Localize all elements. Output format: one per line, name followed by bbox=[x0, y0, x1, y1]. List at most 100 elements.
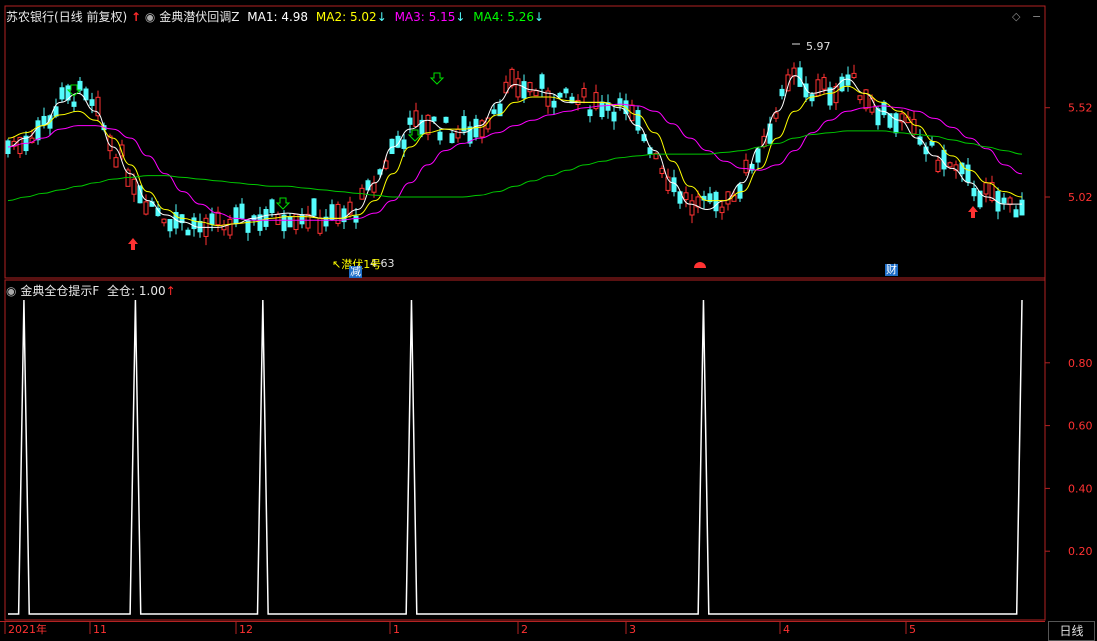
candle-body bbox=[1019, 199, 1025, 216]
candle-body bbox=[875, 108, 881, 126]
candle-body bbox=[713, 191, 719, 212]
candle-body bbox=[41, 115, 47, 126]
stock-name: 苏农银行 bbox=[6, 10, 55, 24]
sub-panel-frame bbox=[4, 279, 1046, 621]
top-right-controls: ◇ − bbox=[1012, 10, 1041, 23]
sub-y-tick-label: 0.60 bbox=[1068, 420, 1093, 433]
candle-body bbox=[911, 118, 917, 135]
candle-body bbox=[881, 101, 887, 116]
candle-body bbox=[563, 88, 569, 94]
candle-body bbox=[161, 218, 167, 224]
candle-body bbox=[863, 89, 869, 110]
sell-arrow-icon bbox=[275, 197, 291, 210]
candle-body bbox=[455, 128, 461, 139]
candle-body bbox=[833, 86, 839, 104]
candle-body bbox=[263, 209, 269, 227]
stock-chart[interactable]: 5.525.020.800.600.400.202021年 11 12 1 2 3 4 5 bbox=[0, 0, 1097, 640]
candle-body bbox=[227, 218, 233, 236]
candle-body bbox=[89, 99, 95, 106]
candle-body bbox=[611, 111, 617, 122]
candle-body bbox=[35, 120, 41, 141]
candle-body bbox=[935, 159, 941, 173]
minus-icon[interactable]: − bbox=[1032, 10, 1041, 23]
sub-y-tick-label: 0.20 bbox=[1068, 545, 1093, 558]
candle-body bbox=[215, 211, 221, 226]
candle-body bbox=[635, 110, 641, 131]
candle-body bbox=[941, 149, 947, 170]
sub-y-tick-label: 0.80 bbox=[1068, 357, 1093, 370]
candle-body bbox=[539, 74, 545, 89]
candle-body bbox=[719, 206, 725, 214]
candle-body bbox=[353, 215, 359, 223]
candle-body bbox=[425, 114, 431, 135]
candle-body bbox=[167, 219, 173, 232]
ma4-value: MA4: 5.26 bbox=[473, 10, 535, 24]
candle-body bbox=[443, 116, 449, 123]
candle-body bbox=[533, 90, 539, 97]
buy-arrow-icon bbox=[128, 238, 138, 250]
candle-body bbox=[1007, 197, 1013, 206]
candle-body bbox=[407, 117, 413, 125]
candle-body bbox=[983, 182, 989, 195]
sub-indicator-value: 全仓: 1.00 bbox=[107, 284, 166, 298]
sell-arrow-icon bbox=[429, 72, 445, 85]
candle-body bbox=[509, 68, 515, 87]
candle-body bbox=[71, 101, 77, 107]
indicator-name[interactable]: 金典潜伏回调Z bbox=[159, 10, 239, 24]
candle-body bbox=[683, 192, 689, 200]
indicator-toggle-icon[interactable]: ◉ bbox=[145, 10, 155, 24]
sub-indicator-toggle-icon[interactable]: ◉ bbox=[6, 284, 16, 298]
ma2-value: MA2: 5.02 bbox=[315, 10, 377, 24]
candle-body bbox=[311, 198, 317, 216]
cai-tag: 财 bbox=[885, 263, 898, 276]
candle-body bbox=[521, 81, 527, 99]
period-button[interactable]: 日线 bbox=[1048, 621, 1095, 641]
hint-text-2: 1号 bbox=[363, 258, 382, 271]
main-header: 苏农银行(日线 前复权) ↑ ◉ 金典潜伏回调Z MA1: 4.98 MA2: … bbox=[6, 8, 544, 25]
candle-body bbox=[131, 178, 137, 195]
candle-body bbox=[437, 131, 443, 141]
date-axis-bar bbox=[0, 621, 1045, 641]
candle-body bbox=[557, 92, 563, 98]
candle-body bbox=[491, 109, 497, 114]
candle-body bbox=[671, 177, 677, 193]
ma-line-4 bbox=[7, 130, 1023, 202]
candle-body bbox=[515, 78, 521, 98]
candle-body bbox=[209, 213, 215, 225]
ma1-value: MA1: 4.98 bbox=[247, 10, 309, 24]
sub-indicator-name[interactable]: 金典全仓提示F bbox=[20, 284, 99, 298]
candle-body bbox=[659, 167, 665, 174]
diamond-icon[interactable]: ◇ bbox=[1012, 10, 1020, 23]
candle-body bbox=[401, 139, 407, 149]
sub-y-tick-label: 0.40 bbox=[1068, 482, 1093, 495]
candle-body bbox=[965, 164, 971, 183]
candle-body bbox=[1001, 197, 1007, 204]
candle-body bbox=[773, 112, 779, 119]
candle-body bbox=[77, 80, 83, 91]
candle-body bbox=[791, 67, 797, 77]
candle-body bbox=[821, 77, 827, 90]
high-price-label: 5.97 bbox=[806, 40, 831, 53]
ma-line-3 bbox=[7, 103, 1023, 221]
candle-body bbox=[143, 201, 149, 215]
down-arrow-icon: ↓ bbox=[534, 10, 545, 24]
ma3-value: MA3: 5.15 bbox=[394, 10, 456, 24]
candle-body bbox=[197, 220, 203, 233]
candle-body bbox=[779, 88, 785, 97]
buy-arrow-icon bbox=[968, 206, 978, 218]
jian-tag: 减 bbox=[349, 265, 362, 278]
candle-body bbox=[599, 101, 605, 118]
sub-header: ◉ 金典全仓提示F 全仓: 1.00↑ bbox=[6, 282, 176, 299]
candle-body bbox=[479, 120, 485, 138]
main-panel-frame bbox=[4, 5, 1046, 279]
candle-body bbox=[233, 207, 239, 224]
down-arrow-icon: ↓ bbox=[376, 10, 387, 24]
up-arrow-icon: ↑ bbox=[165, 284, 176, 298]
candle-body bbox=[113, 157, 119, 168]
candle-body bbox=[371, 182, 377, 193]
candle-body bbox=[551, 100, 557, 108]
candle-body bbox=[527, 82, 533, 93]
up-arrow-icon: ↑ bbox=[131, 10, 142, 24]
candle-body bbox=[287, 216, 293, 228]
candle-body bbox=[269, 199, 275, 214]
